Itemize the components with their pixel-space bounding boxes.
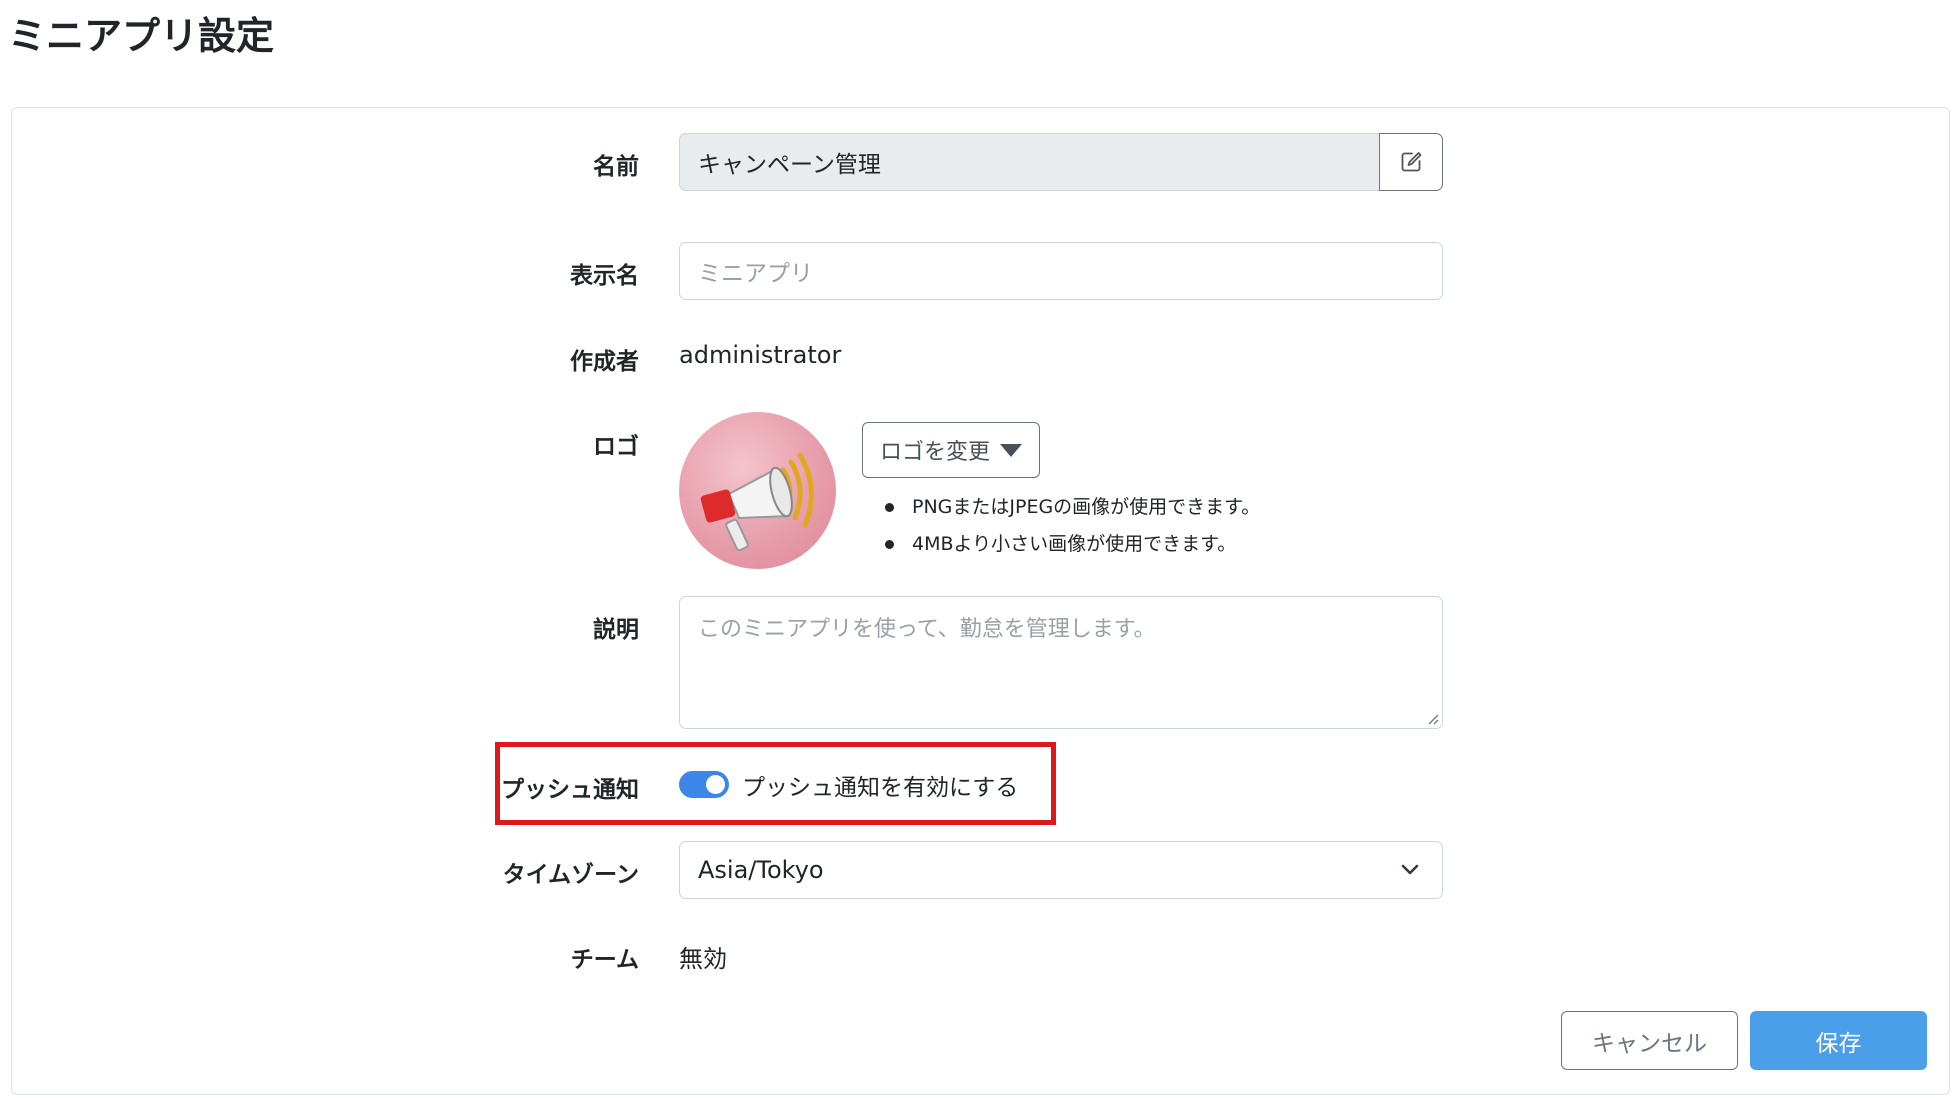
- timezone-label: タイムゾーン: [502, 862, 639, 888]
- change-logo-button[interactable]: ロゴを変更: [862, 422, 1040, 478]
- team-value: 無効: [679, 945, 727, 973]
- description-label: 説明: [593, 617, 639, 643]
- edit-icon: [1401, 152, 1422, 172]
- timezone-select[interactable]: Asia/Tokyo: [679, 841, 1443, 899]
- display-name-placeholder: ミニアプリ: [698, 261, 813, 287]
- description-placeholder: このミニアプリを使って、勤怠を管理します。: [698, 617, 1156, 642]
- save-button[interactable]: 保存: [1750, 1011, 1927, 1070]
- creator-value: administrator: [679, 341, 842, 369]
- display-name-label: 表示名: [570, 263, 639, 289]
- caret-down-icon: [1000, 443, 1022, 457]
- cancel-button[interactable]: キャンセル: [1561, 1011, 1738, 1070]
- logo-label: ロゴ: [593, 434, 639, 460]
- resize-grip-icon[interactable]: [1427, 713, 1439, 725]
- logo-note-size: 4MBより小さい画像が使用できます。: [885, 529, 1260, 566]
- name-input-group: キャンペーン管理: [679, 133, 1443, 191]
- push-toggle-label[interactable]: プッシュ通知を有効にする: [742, 768, 1018, 802]
- page-title: ミニアプリ設定: [8, 14, 275, 58]
- logo-note-format: PNGまたはJPEGの画像が使用できます。: [885, 492, 1260, 529]
- description-textarea[interactable]: このミニアプリを使って、勤怠を管理します。: [679, 596, 1443, 729]
- display-name-input[interactable]: ミニアプリ: [679, 242, 1443, 300]
- push-toggle[interactable]: [679, 771, 729, 798]
- name-field: キャンペーン管理: [679, 133, 1379, 191]
- logo-notes: PNGまたはJPEGの画像が使用できます。 4MBより小さい画像が使用できます。: [885, 492, 1260, 566]
- megaphone-icon: [700, 452, 814, 552]
- logo-image: [679, 412, 836, 569]
- edit-name-button[interactable]: [1379, 133, 1443, 191]
- creator-label: 作成者: [570, 349, 639, 375]
- toggle-knob: [706, 775, 725, 794]
- name-label: 名前: [593, 154, 639, 180]
- push-label: プッシュ通知: [501, 777, 639, 803]
- chevron-down-icon: [1401, 864, 1419, 875]
- team-label: チーム: [570, 947, 639, 973]
- timezone-value: Asia/Tokyo: [698, 856, 824, 884]
- change-logo-label: ロゴを変更: [879, 440, 990, 465]
